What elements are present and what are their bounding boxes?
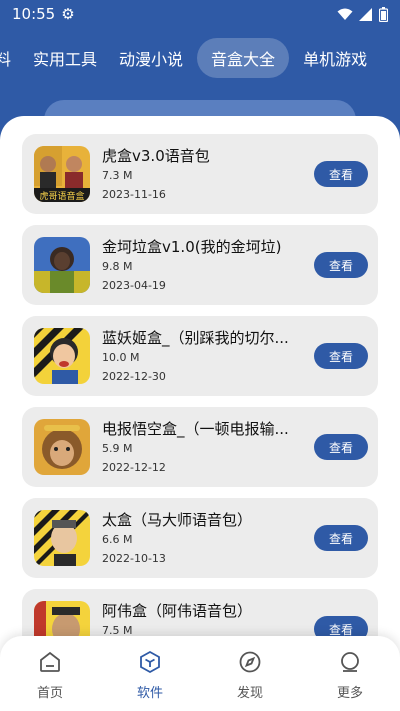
item-title: 太盒（马大师语音包）: [102, 511, 253, 529]
settings-gear-icon: ⚙: [61, 5, 75, 23]
item-info: 金坷垃盒v1.0(我的金坷垃) 9.8 M 2023-04-19: [102, 237, 297, 293]
tab-soundbox[interactable]: 音盒大全: [197, 38, 290, 78]
battery-icon: [379, 6, 388, 22]
tab-anime-novels[interactable]: 动漫小说: [108, 38, 194, 78]
list-item[interactable]: 太盒（马大师语音包） 6.6 M 2022-10-13 查看: [22, 498, 378, 578]
cube-icon: [140, 650, 160, 674]
view-button[interactable]: 查看: [314, 252, 368, 278]
nav-label: 发现: [236, 686, 263, 701]
view-button[interactable]: 查看: [314, 343, 368, 369]
item-title: 电报悟空盒_（一顿电报输...: [102, 420, 289, 438]
item-size: 5.9 M: [102, 442, 133, 455]
item-date: 2023-04-19: [102, 279, 166, 292]
thumb-caption: 虎哥语音盒: [39, 190, 84, 202]
tab-offline-games[interactable]: 单机游戏: [292, 38, 378, 78]
list-item[interactable]: 电报悟空盒_（一顿电报输... 5.9 M 2022-12-12 查看: [22, 407, 378, 487]
tab-label: 实用工具: [33, 50, 98, 69]
content-sheet: 虎哥语音盒 虎盒v3.0语音包 7.3 M 2023-11-16 查看 金坷垃盒…: [0, 116, 400, 711]
app-list: 虎哥语音盒 虎盒v3.0语音包 7.3 M 2023-11-16 查看 金坷垃盒…: [22, 134, 378, 680]
item-date: 2022-10-13: [102, 552, 166, 565]
tab-label: 料: [0, 50, 12, 69]
item-date: 2023-11-16: [102, 188, 166, 201]
status-time: 10:55: [12, 5, 56, 23]
item-title: 蓝妖姬盒_（别踩我的切尔...: [102, 329, 289, 347]
item-date: 2022-12-12: [102, 461, 166, 474]
nav-discover[interactable]: 发现: [200, 636, 300, 711]
nav-home[interactable]: 首页: [0, 636, 100, 711]
item-info: 虎盒v3.0语音包 7.3 M 2023-11-16: [102, 146, 297, 202]
profile-icon: [341, 652, 359, 672]
app-thumbnail: [34, 419, 90, 475]
item-size: 10.0 M: [102, 351, 140, 364]
app-thumbnail: [34, 328, 90, 384]
nav-more[interactable]: 更多: [300, 636, 400, 711]
view-button[interactable]: 查看: [314, 434, 368, 460]
view-button[interactable]: 查看: [314, 161, 368, 187]
nav-label: 首页: [36, 686, 63, 701]
app-thumbnail: [34, 237, 90, 293]
item-info: 电报悟空盒_（一顿电报输... 5.9 M 2022-12-12: [102, 419, 297, 475]
nav-label: 软件: [136, 686, 163, 701]
tab-label: 动漫小说: [119, 50, 184, 69]
item-size: 7.3 M: [102, 169, 133, 182]
tab-label: 音盒大全: [211, 50, 276, 69]
item-title: 虎盒v3.0语音包: [102, 147, 210, 165]
item-date: 2022-12-30: [102, 370, 166, 383]
list-item[interactable]: 金坷垃盒v1.0(我的金坷垃) 9.8 M 2023-04-19 查看: [22, 225, 378, 305]
view-button[interactable]: 查看: [314, 525, 368, 551]
status-icons: [337, 6, 388, 22]
app-thumbnail: 虎哥语音盒: [34, 146, 90, 202]
status-bar: 10:55 ⚙: [0, 0, 400, 28]
list-item[interactable]: 蓝妖姬盒_（别踩我的切尔... 10.0 M 2022-12-30 查看: [22, 316, 378, 396]
compass-icon: [239, 651, 261, 673]
tab-label: 单机游戏: [303, 50, 368, 69]
nav-label: 更多: [336, 686, 363, 701]
item-info: 太盒（马大师语音包） 6.6 M 2022-10-13: [102, 510, 297, 566]
app-thumbnail: [34, 510, 90, 566]
signal-icon: [359, 7, 373, 21]
item-title: 金坷垃盒v1.0(我的金坷垃): [102, 238, 282, 256]
category-tabs: 料 实用工具 动漫小说 音盒大全 单机游戏: [0, 36, 400, 80]
item-title: 阿伟盒（阿伟语音包）: [102, 602, 253, 620]
tab-tools[interactable]: 实用工具: [22, 38, 108, 78]
home-icon: [40, 651, 60, 672]
tab-category-0[interactable]: 料: [0, 38, 22, 78]
item-size: 6.6 M: [102, 533, 133, 546]
item-size: 9.8 M: [102, 260, 133, 273]
list-item[interactable]: 虎哥语音盒 虎盒v3.0语音包 7.3 M 2023-11-16 查看: [22, 134, 378, 214]
wifi-icon: [337, 8, 353, 21]
bottom-navigation: 首页 软件 发现 更多: [0, 636, 400, 711]
nav-software[interactable]: 软件: [100, 636, 200, 711]
item-info: 蓝妖姬盒_（别踩我的切尔... 10.0 M 2022-12-30: [102, 328, 297, 384]
